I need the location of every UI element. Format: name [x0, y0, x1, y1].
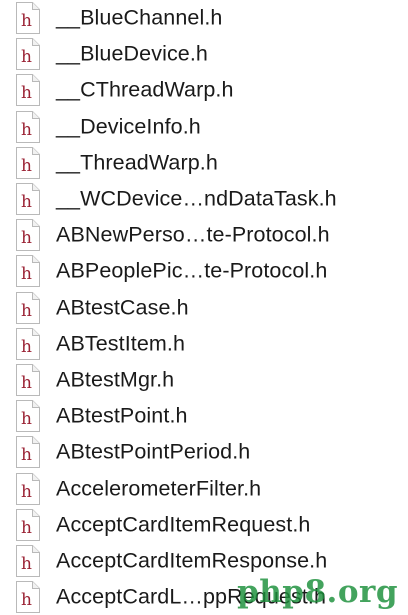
header-file-icon: h: [14, 399, 42, 433]
file-name: __CThreadWarp.h: [56, 77, 234, 102]
header-file-icon: h: [14, 146, 42, 180]
file-row[interactable]: h __CThreadWarp.h: [0, 72, 408, 108]
file-row[interactable]: h ABNewPerso…te-Protocol.h: [0, 217, 408, 253]
file-name: __DeviceInfo.h: [56, 114, 201, 139]
header-file-icon: h: [14, 254, 42, 288]
file-row[interactable]: h ABtestPointPeriod.h: [0, 434, 408, 470]
header-file-icon: h: [14, 580, 42, 614]
header-file-icon: h: [14, 218, 42, 252]
svg-text:h: h: [21, 228, 32, 248]
svg-text:h: h: [21, 156, 32, 176]
file-list: h __BlueChannel.h h __BlueDevice.h h __C…: [0, 0, 408, 614]
watermark: php8.org: [237, 574, 398, 610]
svg-text:h: h: [21, 590, 32, 610]
file-name: ABtestMgr.h: [56, 367, 175, 392]
header-file-icon: h: [14, 110, 42, 144]
file-row[interactable]: h ABPeoplePic…te-Protocol.h: [0, 253, 408, 289]
file-name: ABtestCase.h: [56, 295, 189, 320]
svg-text:h: h: [21, 373, 32, 393]
file-row[interactable]: h __ThreadWarp.h: [0, 145, 408, 181]
file-row[interactable]: h ABtestCase.h: [0, 290, 408, 326]
file-name: __BlueDevice.h: [56, 41, 208, 66]
file-row[interactable]: h AccelerometerFilter.h: [0, 470, 408, 506]
file-row[interactable]: h __BlueChannel.h: [0, 0, 408, 36]
header-file-icon: h: [14, 508, 42, 542]
svg-text:h: h: [21, 337, 32, 357]
header-file-icon: h: [14, 435, 42, 469]
file-name: ABtestPoint.h: [56, 403, 188, 428]
header-file-icon: h: [14, 544, 42, 578]
file-row[interactable]: h ABtestPoint.h: [0, 398, 408, 434]
file-name: AcceptCardItemResponse.h: [56, 548, 328, 573]
svg-text:h: h: [21, 445, 32, 465]
file-name: AccelerometerFilter.h: [56, 476, 262, 501]
svg-text:h: h: [21, 482, 32, 502]
header-file-icon: h: [14, 37, 42, 71]
svg-text:h: h: [21, 47, 32, 67]
svg-text:h: h: [21, 554, 32, 574]
file-row[interactable]: h ABtestMgr.h: [0, 362, 408, 398]
file-name: ABTestItem.h: [56, 331, 186, 356]
file-name: ABNewPerso…te-Protocol.h: [56, 222, 330, 247]
file-name: __BlueChannel.h: [56, 5, 223, 30]
header-file-icon: h: [14, 363, 42, 397]
svg-text:h: h: [21, 192, 32, 212]
svg-text:h: h: [21, 518, 32, 538]
file-name: ABtestPointPeriod.h: [56, 439, 251, 464]
svg-text:h: h: [21, 11, 32, 31]
svg-text:h: h: [21, 301, 32, 321]
file-row[interactable]: h AcceptCardItemRequest.h: [0, 507, 408, 543]
header-file-icon: h: [14, 1, 42, 35]
header-file-icon: h: [14, 291, 42, 325]
file-name: __ThreadWarp.h: [56, 150, 218, 175]
file-name: __WCDevice…ndDataTask.h: [56, 186, 337, 211]
header-file-icon: h: [14, 73, 42, 107]
file-row[interactable]: h __BlueDevice.h: [0, 36, 408, 72]
file-row[interactable]: h __WCDevice…ndDataTask.h: [0, 181, 408, 217]
file-name: ABPeoplePic…te-Protocol.h: [56, 258, 328, 283]
svg-text:h: h: [21, 83, 32, 103]
header-file-icon: h: [14, 182, 42, 216]
file-row[interactable]: h ABTestItem.h: [0, 326, 408, 362]
header-file-icon: h: [14, 472, 42, 506]
svg-text:h: h: [21, 120, 32, 140]
file-name: AcceptCardItemRequest.h: [56, 512, 311, 537]
svg-text:h: h: [21, 264, 32, 284]
file-row[interactable]: h __DeviceInfo.h: [0, 109, 408, 145]
header-file-icon: h: [14, 327, 42, 361]
svg-text:h: h: [21, 409, 32, 429]
